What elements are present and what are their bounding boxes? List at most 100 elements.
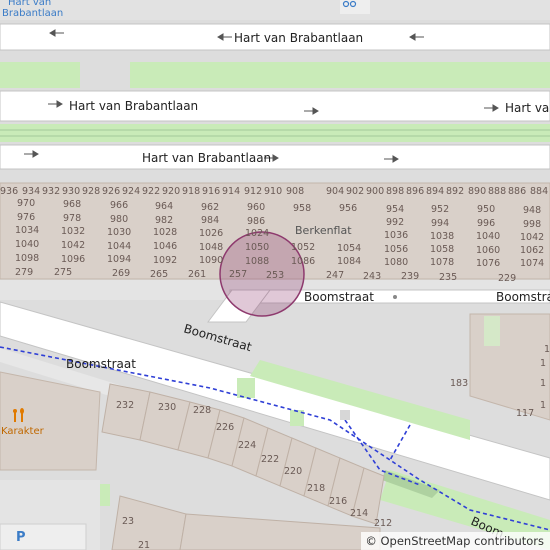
svg-text:1: 1 — [540, 378, 546, 389]
svg-text:1098: 1098 — [15, 253, 39, 264]
svg-text:956: 956 — [339, 203, 357, 214]
svg-text:926: 926 — [102, 186, 120, 197]
svg-text:265: 265 — [150, 269, 168, 280]
svg-text:1024: 1024 — [245, 228, 269, 239]
attribution-text[interactable]: OpenStreetMap contributors — [380, 534, 544, 548]
svg-text:1086: 1086 — [291, 256, 315, 267]
svg-text:954: 954 — [386, 204, 404, 215]
svg-text:261: 261 — [188, 269, 206, 280]
svg-text:930: 930 — [62, 186, 80, 197]
svg-text:980: 980 — [110, 214, 128, 225]
svg-text:884: 884 — [530, 186, 548, 197]
svg-text:1032: 1032 — [61, 226, 85, 237]
svg-text:214: 214 — [350, 508, 368, 519]
place-label: Berkenflat — [295, 224, 352, 237]
svg-text:216: 216 — [329, 496, 347, 507]
svg-text:1028: 1028 — [153, 227, 177, 238]
map-attribution[interactable]: © OpenStreetMap contributors — [361, 532, 550, 550]
svg-text:960: 960 — [247, 202, 265, 213]
grass-area — [0, 62, 80, 88]
svg-text:1054: 1054 — [337, 243, 361, 254]
svg-text:898: 898 — [386, 186, 404, 197]
copyright-symbol: © — [365, 534, 377, 548]
svg-text:900: 900 — [366, 186, 384, 197]
svg-text:966: 966 — [110, 200, 128, 211]
svg-text:275: 275 — [54, 267, 72, 278]
svg-text:228: 228 — [193, 405, 211, 416]
svg-text:253: 253 — [266, 270, 284, 281]
svg-text:1052: 1052 — [291, 242, 315, 253]
svg-text:1088: 1088 — [245, 256, 269, 267]
svg-text:1: 1 — [540, 400, 546, 411]
svg-text:962: 962 — [201, 202, 219, 213]
svg-text:952: 952 — [431, 204, 449, 215]
svg-text:1046: 1046 — [153, 241, 177, 252]
svg-text:1094: 1094 — [107, 254, 131, 265]
svg-text:222: 222 — [261, 454, 279, 465]
svg-text:1026: 1026 — [199, 228, 223, 239]
svg-text:1036: 1036 — [384, 230, 408, 241]
svg-text:269: 269 — [112, 268, 130, 279]
svg-text:21: 21 — [138, 540, 150, 550]
svg-text:218: 218 — [307, 483, 325, 494]
svg-text:888: 888 — [488, 186, 506, 197]
svg-text:1: 1 — [544, 344, 550, 355]
svg-text:1042: 1042 — [61, 240, 85, 251]
svg-text:978: 978 — [63, 213, 81, 224]
svg-text:235: 235 — [439, 272, 457, 283]
svg-text:1060: 1060 — [476, 245, 500, 256]
svg-text:1092: 1092 — [153, 255, 177, 266]
svg-text:986: 986 — [247, 216, 265, 227]
svg-text:1040: 1040 — [15, 239, 39, 250]
svg-text:257: 257 — [229, 269, 247, 280]
svg-text:212: 212 — [374, 518, 392, 529]
svg-text:908: 908 — [286, 186, 304, 197]
parking-icon: P — [16, 530, 26, 545]
grass-area — [0, 124, 550, 142]
svg-text:1084: 1084 — [337, 256, 361, 267]
svg-text:1034: 1034 — [15, 225, 39, 236]
svg-text:1062: 1062 — [520, 245, 544, 256]
svg-text:220: 220 — [284, 466, 302, 477]
svg-text:904: 904 — [326, 186, 344, 197]
svg-text:1030: 1030 — [107, 227, 131, 238]
svg-text:890: 890 — [468, 186, 486, 197]
svg-text:968: 968 — [63, 199, 81, 210]
svg-text:183: 183 — [450, 378, 468, 389]
svg-text:996: 996 — [477, 218, 495, 229]
svg-text:1040: 1040 — [476, 231, 500, 242]
street-label: Boomstraat — [304, 290, 374, 304]
svg-text:230: 230 — [158, 402, 176, 413]
svg-text:934: 934 — [22, 186, 40, 197]
svg-text:247: 247 — [326, 270, 344, 281]
svg-text:984: 984 — [201, 215, 219, 226]
street-label: Hart van Brabantlaan — [69, 99, 198, 113]
svg-text:918: 918 — [182, 186, 200, 197]
svg-text:1050: 1050 — [245, 242, 269, 253]
street-label: Hart van — [505, 101, 550, 115]
svg-text:992: 992 — [386, 217, 404, 228]
svg-text:916: 916 — [202, 186, 220, 197]
svg-text:964: 964 — [155, 201, 173, 212]
svg-text:1096: 1096 — [61, 254, 85, 265]
svg-text:1044: 1044 — [107, 241, 131, 252]
svg-text:229: 229 — [498, 273, 516, 284]
svg-text:902: 902 — [346, 186, 364, 197]
svg-text:243: 243 — [363, 271, 381, 282]
map-view[interactable]: Hart van Brabantlaan Hart van Brabantlaa… — [0, 0, 550, 550]
svg-text:920: 920 — [162, 186, 180, 197]
svg-text:936: 936 — [0, 186, 18, 197]
svg-text:950: 950 — [477, 204, 495, 215]
place-label: Brabantlaan — [2, 8, 63, 19]
svg-text:924: 924 — [122, 186, 140, 197]
svg-text:1056: 1056 — [384, 244, 408, 255]
svg-text:239: 239 — [401, 271, 419, 282]
svg-text:896: 896 — [406, 186, 424, 197]
street-label: Boomstraat — [66, 357, 136, 371]
svg-text:1080: 1080 — [384, 257, 408, 268]
svg-text:226: 226 — [216, 422, 234, 433]
svg-text:976: 976 — [17, 212, 35, 223]
svg-text:1074: 1074 — [520, 258, 544, 269]
place-label: Karakter — [1, 426, 45, 437]
svg-text:232: 232 — [116, 400, 134, 411]
